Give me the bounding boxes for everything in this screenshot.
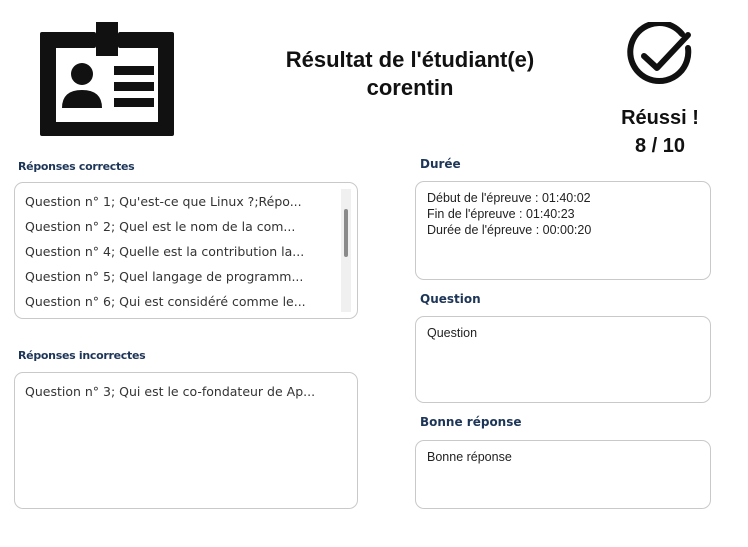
incorrect-answers-list[interactable]: Question n° 3; Qui est le co-fondateur d… — [14, 372, 358, 509]
list-item[interactable]: Question n° 3; Qui est le co-fondateur d… — [25, 379, 331, 404]
scrollbar[interactable] — [341, 189, 351, 312]
list-item[interactable]: Question n° 4; Quelle est la contributio… — [25, 239, 331, 264]
elapsed-time: Durée de l'épreuve : 00:00:20 — [427, 223, 592, 237]
end-time: Fin de l'épreuve : 01:40:23 — [427, 207, 575, 221]
good-answer-label: Bonne réponse — [420, 415, 522, 429]
good-answer-box[interactable]: Bonne réponse — [415, 440, 711, 509]
correct-answers-list[interactable]: Question n° 1; Qu'est-ce que Linux ?;Rép… — [14, 182, 358, 319]
scrollbar-thumb[interactable] — [344, 209, 348, 257]
student-name: corentin — [366, 75, 454, 100]
status-block: Réussi ! 8 / 10 — [600, 104, 720, 160]
status-text: Réussi ! — [621, 107, 699, 129]
score-text: 8 / 10 — [634, 135, 686, 157]
question-label: Question — [420, 292, 481, 306]
check-circle-icon — [627, 22, 692, 84]
duration-box: Début de l'épreuve : 01:40:02 Fin de l'é… — [415, 181, 711, 280]
list-item[interactable]: Question n° 1; Qu'est-ce que Linux ?;Rép… — [25, 189, 331, 214]
correct-answers-label: Réponses correctes — [18, 160, 135, 173]
question-text: Question — [427, 326, 478, 340]
incorrect-answers-items: Question n° 3; Qui est le co-fondateur d… — [25, 379, 331, 404]
page-title: Résultat de l'étudiant(e) — [285, 47, 535, 72]
correct-answers-items: Question n° 1; Qu'est-ce que Linux ?;Rép… — [25, 189, 331, 314]
question-box[interactable]: Question — [415, 316, 711, 403]
list-item[interactable]: Question n° 6; Qui est considéré comme l… — [25, 289, 331, 314]
duration-lines: Début de l'épreuve : 01:40:02 Fin de l'é… — [427, 190, 702, 238]
result-title: Résultat de l'étudiant(e) corentin — [230, 46, 590, 102]
incorrect-answers-label: Réponses incorrectes — [18, 349, 146, 362]
duration-label: Durée — [420, 157, 461, 171]
good-answer-text: Bonne réponse — [427, 450, 512, 464]
id-card-icon — [40, 22, 174, 136]
start-time: Début de l'épreuve : 01:40:02 — [427, 191, 591, 205]
list-item[interactable]: Question n° 2; Quel est le nom de la com… — [25, 214, 331, 239]
list-item[interactable]: Question n° 5; Quel langage de programm.… — [25, 264, 331, 289]
